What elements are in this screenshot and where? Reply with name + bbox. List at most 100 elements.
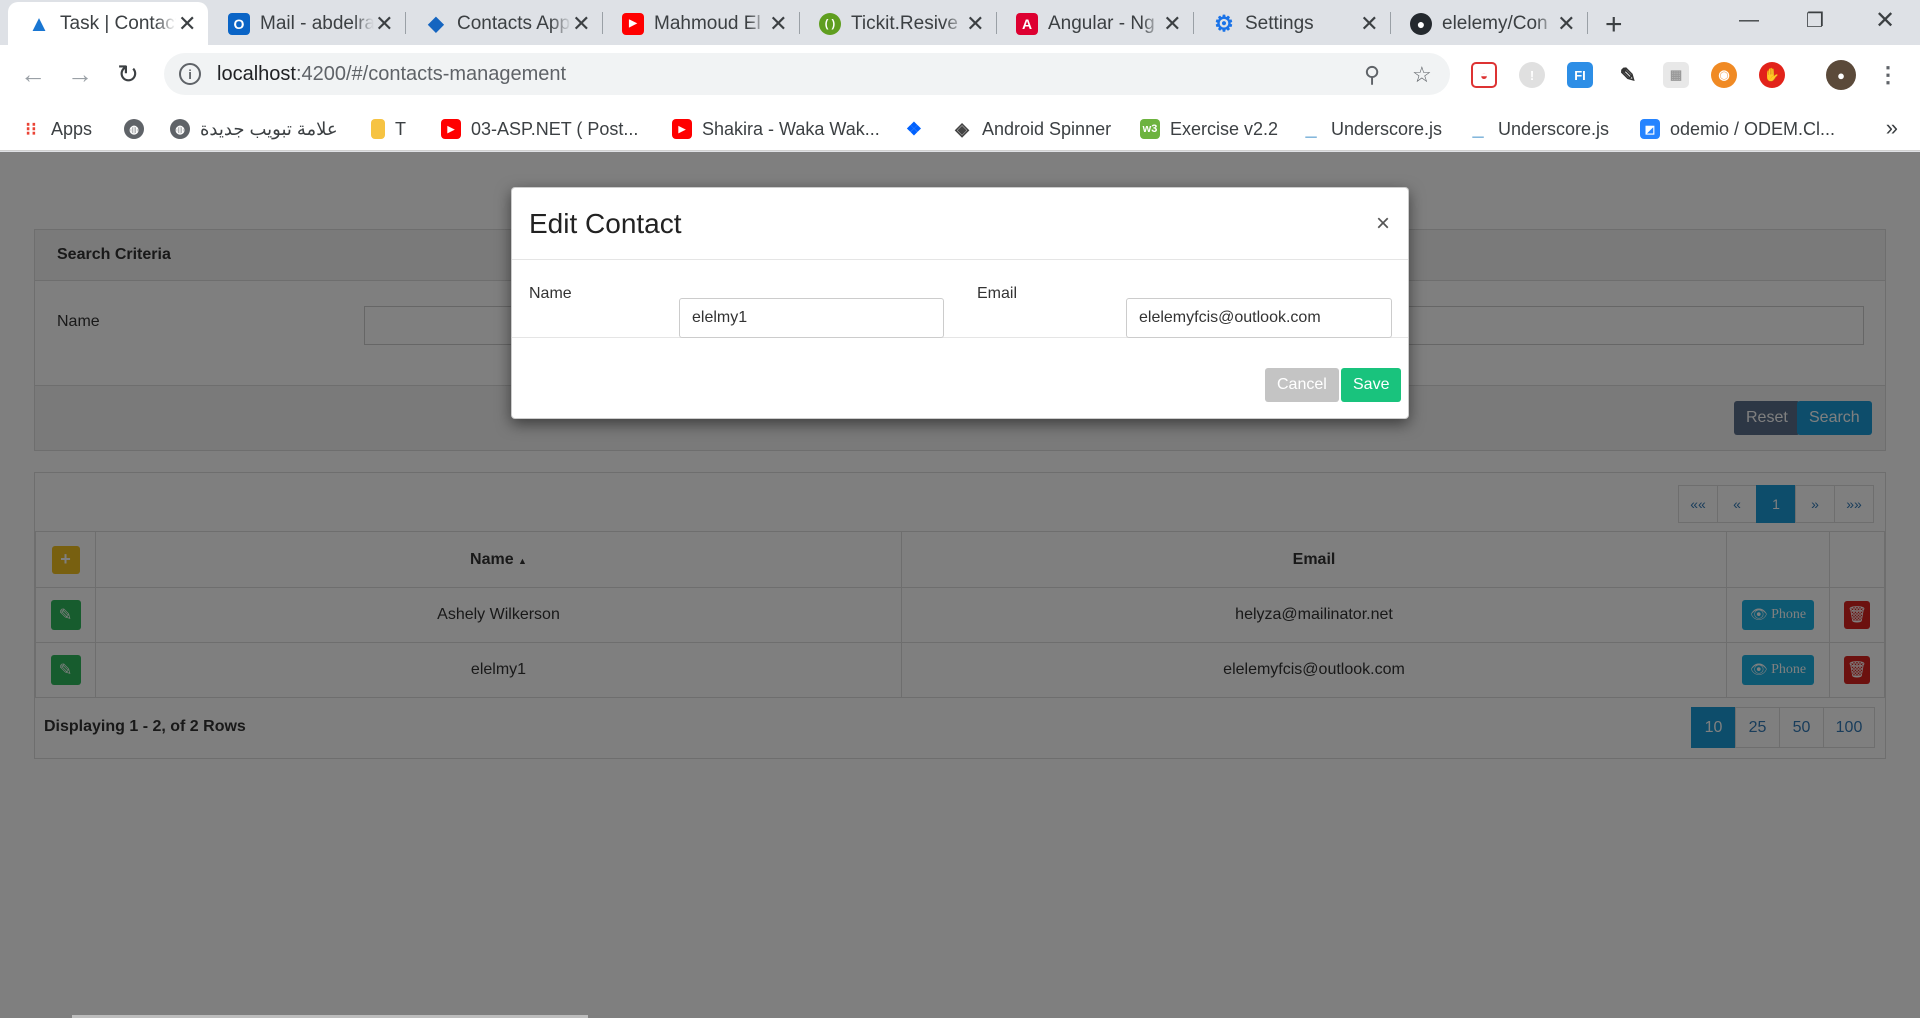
bookmark-label: Underscore.js xyxy=(1498,118,1610,139)
bookmark-label: 03-ASP.NET ( Post... xyxy=(471,118,639,139)
close-icon[interactable]: ✕ xyxy=(571,11,592,37)
minimize-button[interactable]: — xyxy=(1716,0,1782,40)
bookmark-label: T xyxy=(395,118,406,139)
modal-body: Name elelmy1 Email elelemyfcis@outlook.c… xyxy=(512,260,1408,338)
tab-tickit[interactable]: ( ) Tickit.Resive ✕ xyxy=(799,2,996,45)
cancel-button[interactable]: Cancel xyxy=(1265,368,1339,402)
tab-youtube-mahmoud[interactable]: ▶ Mahmoud El ✕ xyxy=(602,2,799,45)
github-icon: ● xyxy=(1410,12,1432,35)
bookmark-exercise[interactable]: w3 Exercise v2.2 xyxy=(1140,107,1278,151)
pocket-extension-icon[interactable]: ◒ xyxy=(1471,62,1497,88)
menu-icon[interactable]: ⋮ xyxy=(1875,62,1901,88)
bookmark-underscore-1[interactable]: _ Underscore.js xyxy=(1301,107,1442,151)
tab-strip: ▲ Task | Contacts ✕ O Mail - abdelrahman… xyxy=(0,0,1920,45)
new-tab-button[interactable]: + xyxy=(1605,8,1623,42)
tab-title: Tickit.Resive xyxy=(851,12,958,34)
modal-header: Edit Contact xyxy=(512,188,1408,260)
close-icon[interactable]: ✕ xyxy=(374,11,395,37)
bookmark-label: odemio / ODEM.Cl... xyxy=(1670,118,1836,139)
eyedropper-extension-icon[interactable]: ✎ xyxy=(1615,62,1641,88)
fi-extension-icon[interactable]: FI xyxy=(1567,62,1593,88)
tab-github[interactable]: ● elelemy/Con ✕ xyxy=(1390,2,1587,45)
apps-grid-icon: ⁝⁝ xyxy=(25,118,37,139)
w3-icon: w3 xyxy=(1140,119,1160,139)
bookmark-android-spinner[interactable]: ◈ Android Spinner xyxy=(952,107,1111,151)
edit-contact-dialog: Edit Contact × Name elelmy1 Email elelem… xyxy=(511,187,1409,419)
bookmark-odemio[interactable]: ◩ odemio / ODEM.Cl... xyxy=(1640,107,1835,151)
grid-extension-icon[interactable]: ▦ xyxy=(1663,62,1689,88)
profile-avatar[interactable]: ● xyxy=(1826,60,1856,90)
layers-icon: ◆ xyxy=(428,13,444,35)
bookmark-dropbox[interactable]: ❖ xyxy=(904,107,934,151)
window-close-button[interactable]: ✕ xyxy=(1852,0,1918,40)
youtube-icon: ▶ xyxy=(672,119,692,139)
tab-angular[interactable]: A Angular - Ng ✕ xyxy=(996,2,1193,45)
bitbucket-icon: ◩ xyxy=(1640,119,1660,139)
underscore-icon: _ xyxy=(1305,117,1317,140)
close-icon[interactable]: × xyxy=(1376,212,1390,236)
bookmark-new-tab[interactable]: ◍ علامة تبويب جديدة xyxy=(170,107,338,151)
star-icon[interactable]: ☆ xyxy=(1412,62,1432,88)
tab-title: Mail - abdelrahman xyxy=(260,12,374,34)
zoom-icon[interactable]: ⚲ xyxy=(1364,62,1380,88)
adblock-extension-icon[interactable]: ✋ xyxy=(1759,62,1785,88)
email-input[interactable]: elelemyfcis@outlook.com xyxy=(1126,298,1392,338)
tab-mail[interactable]: O Mail - abdelrahman ✕ xyxy=(208,2,405,45)
tab-title: Settings xyxy=(1245,12,1314,34)
tab-title: Contacts App xyxy=(457,12,571,34)
reload-button[interactable]: ↻ xyxy=(111,59,145,90)
angular-icon: A xyxy=(1016,12,1038,35)
back-button[interactable]: ← xyxy=(16,59,50,90)
diamond-icon: ◈ xyxy=(955,118,969,139)
tab-separator xyxy=(1587,12,1588,34)
save-button[interactable]: Save xyxy=(1341,368,1402,402)
bookmark-apps[interactable]: ⁝⁝ Apps xyxy=(21,107,92,151)
outlook-icon: O xyxy=(228,12,250,35)
tab-title: elelemy/Con xyxy=(1442,12,1548,34)
forward-button[interactable]: → xyxy=(63,59,97,90)
bookmarks-overflow-icon[interactable]: » xyxy=(1886,115,1898,141)
dropbox-icon: ❖ xyxy=(905,118,923,139)
close-icon[interactable]: ✕ xyxy=(965,11,986,37)
bookmark-t[interactable]: T xyxy=(371,107,406,151)
youtube-icon: ▶ xyxy=(441,119,461,139)
tab-title: Angular - Ng xyxy=(1048,12,1155,34)
bookmark-label: Shakira - Waka Wak... xyxy=(702,118,880,139)
youtube-icon: ▶ xyxy=(622,12,644,35)
folder-note-icon xyxy=(371,119,385,139)
name-input[interactable]: elelmy1 xyxy=(679,298,944,338)
info-icon[interactable]: i xyxy=(179,63,201,85)
tab-settings[interactable]: ⚙ Settings ✕ xyxy=(1193,2,1390,45)
bookmark-underscore-2[interactable]: _ Underscore.js xyxy=(1468,107,1609,151)
close-icon[interactable]: ✕ xyxy=(1556,11,1577,37)
email-label: Email xyxy=(977,285,1018,302)
tab-title: Task | Contacts xyxy=(60,12,176,34)
name-label: Name xyxy=(529,285,572,302)
close-icon[interactable]: ✕ xyxy=(768,11,789,37)
bracket-icon: ( ) xyxy=(819,12,841,35)
bookmark-label: Exercise v2.2 xyxy=(1170,118,1279,139)
address-url[interactable]: localhost:4200/#/contacts-management xyxy=(217,63,566,86)
url-path: :4200/#/contacts-management xyxy=(295,62,567,85)
browser-toolbar: ← → ↻ i localhost:4200/#/contacts-manage… xyxy=(0,45,1920,107)
bookmark-label: Underscore.js xyxy=(1331,118,1443,139)
bookmark-aspnet[interactable]: ▶ 03-ASP.NET ( Post... xyxy=(441,107,638,151)
close-icon[interactable]: ✕ xyxy=(176,11,198,37)
bookmark-shakira[interactable]: ▶ Shakira - Waka Wak... xyxy=(672,107,880,151)
close-icon[interactable]: ✕ xyxy=(1359,11,1380,37)
blocker-extension-icon[interactable]: ! xyxy=(1519,62,1545,88)
tab-task-contacts[interactable]: ▲ Task | Contacts ✕ xyxy=(8,2,208,45)
bookmark-label: Android Spinner xyxy=(982,118,1112,139)
globe-icon: ◍ xyxy=(124,119,144,139)
tab-contacts-app[interactable]: ◆ Contacts App ✕ xyxy=(405,2,602,45)
restore-button[interactable]: ❐ xyxy=(1782,0,1848,40)
eye-extension-icon[interactable]: ◉ xyxy=(1711,62,1737,88)
modal-title: Edit Contact xyxy=(529,207,682,239)
gear-icon: ⚙ xyxy=(1214,10,1234,36)
url-host: localhost xyxy=(217,62,296,85)
bookmark-globe[interactable]: ◍ xyxy=(124,107,154,151)
globe-icon: ◍ xyxy=(170,119,190,139)
bookmark-label: علامة تبويب جديدة xyxy=(200,118,338,139)
close-icon[interactable]: ✕ xyxy=(1162,11,1183,37)
address-bar[interactable]: i localhost:4200/#/contacts-management ⚲… xyxy=(164,53,1450,95)
